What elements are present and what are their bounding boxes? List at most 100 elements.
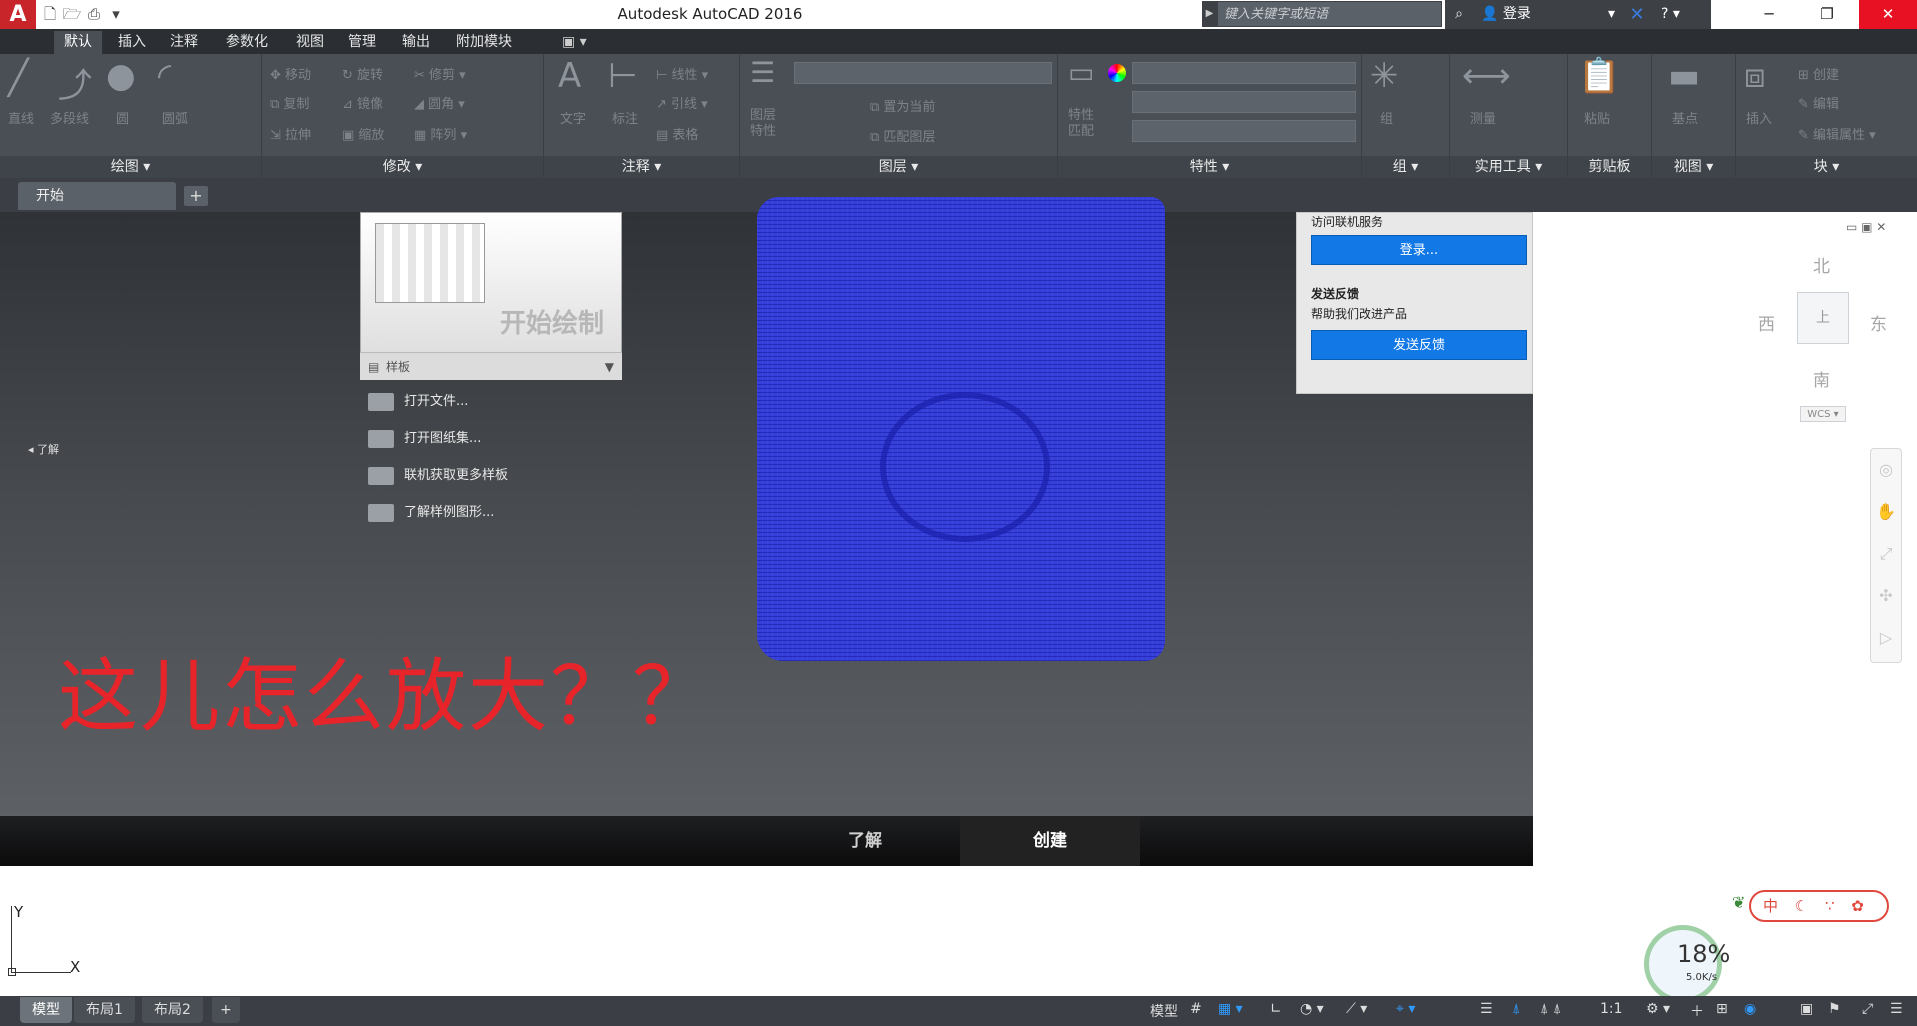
camera-dropdown-icon[interactable]: ▣ ▾ (552, 31, 597, 54)
orbit-icon[interactable]: ✣ (1871, 575, 1901, 617)
zoom-extents-icon[interactable]: ⤢ (1871, 533, 1901, 575)
measure-tool[interactable]: 测量 (1470, 108, 1496, 127)
leader-tool[interactable]: ↗ 引线 ▾ (656, 93, 708, 112)
groups-panel-title[interactable]: 组 ▾ (1362, 156, 1449, 178)
annotation-scale-dropdown[interactable]: 1:1 (1600, 1001, 1623, 1017)
add-layout-plus-icon[interactable]: + (212, 997, 240, 1023)
text-icon[interactable]: A (558, 56, 581, 96)
arc-icon[interactable]: ◜ (158, 56, 171, 96)
tab-create[interactable]: 创建 (960, 816, 1140, 866)
quick-properties-icon[interactable]: ◉ (1744, 1001, 1756, 1017)
insert-block-tool[interactable]: 插入 (1746, 108, 1772, 127)
autodesk-exchange-icon[interactable]: ✕ (1623, 0, 1651, 29)
line-tool[interactable]: 直线 (8, 108, 34, 127)
dimension-tool[interactable]: 标注 (612, 108, 638, 127)
clean-screen-icon[interactable]: ⤢ (1862, 1001, 1873, 1017)
open-sheet-set-link[interactable]: 打开图纸集... (368, 427, 481, 448)
layers-panel-title[interactable]: 图层 ▾ (740, 156, 1057, 178)
steering-wheel-icon[interactable]: ◎ (1871, 449, 1901, 491)
auto-scale-icon[interactable]: ⍋ ⍋ (1540, 1001, 1561, 1017)
line-icon[interactable]: ╱ (8, 58, 28, 98)
draw-panel-title[interactable]: 绘图 ▾ (0, 156, 261, 178)
edit-attributes-tool[interactable]: ✎ 编辑属性 ▾ (1798, 124, 1876, 143)
compass-north[interactable]: 北 (1813, 252, 1830, 277)
group-tool[interactable]: 组 (1380, 108, 1393, 127)
tab-start[interactable]: 开始 (18, 182, 176, 210)
sample-drawings-link[interactable]: 了解样例图形... (368, 501, 494, 522)
object-snap-icon[interactable]: ⌖ ▾ (1396, 1001, 1415, 1017)
tab-output[interactable]: 输出 (392, 31, 440, 54)
tab-layout2[interactable]: 布局2 (142, 997, 203, 1023)
new-tab-plus-icon[interactable]: + (184, 186, 208, 206)
copy-tool[interactable]: ⧉ 复制 (270, 93, 309, 112)
start-drawing-title[interactable]: 开始绘制 (500, 303, 604, 340)
drawing-canvas-right[interactable] (1533, 212, 1917, 816)
polyline-tool[interactable]: 多段线 (50, 108, 89, 127)
circle-icon[interactable]: ● (106, 56, 136, 96)
set-current-tool[interactable]: ⧉ 置为当前 (870, 96, 935, 115)
compass-east[interactable]: 东 (1870, 310, 1887, 335)
viewcube[interactable]: 上 (1797, 292, 1849, 344)
utilities-panel-title[interactable]: 实用工具 ▾ (1450, 156, 1567, 178)
viewport-controls-icon[interactable]: ▭ ▣ ✕ (1846, 220, 1886, 234)
lineweight-dropdown[interactable] (1132, 120, 1356, 142)
modify-panel-title[interactable]: 修改 ▾ (262, 156, 543, 178)
color-dropdown[interactable] (1132, 62, 1356, 84)
units-icon[interactable]: ⊞ (1716, 1001, 1728, 1017)
edit-block-tool[interactable]: ✎ 编辑 (1798, 93, 1839, 112)
tab-default[interactable]: 默认 (54, 31, 102, 54)
save-icon[interactable]: ⎙ (84, 4, 104, 24)
ime-toolbar[interactable]: 中 ☾ ∵ ✿ (1749, 890, 1889, 922)
match-properties-tool[interactable]: 特性匹配 (1068, 108, 1100, 140)
tab-view[interactable]: 视图 (286, 31, 334, 54)
binoculars-icon[interactable]: ⌕ (1445, 0, 1473, 29)
polar-icon[interactable]: ◔ ▾ (1300, 1001, 1324, 1017)
dimension-icon[interactable]: ⊢ (608, 56, 638, 96)
annotation-panel-title[interactable]: 注释 ▾ (544, 156, 739, 178)
open-file-link[interactable]: 打开文件... (368, 390, 468, 411)
template-dropdown[interactable]: ▤ 样板 ▼ (360, 352, 622, 380)
application-menu-button[interactable]: A (0, 0, 36, 29)
search-expand-icon[interactable]: ▶ (1202, 1, 1217, 27)
grid-icon[interactable]: # (1190, 1001, 1202, 1017)
stretch-tool[interactable]: ⇲ 拉伸 (270, 124, 311, 143)
properties-panel-title[interactable]: 特性 ▾ (1058, 156, 1361, 178)
match-layer-tool[interactable]: ⧉ 匹配图层 (870, 126, 935, 145)
circle-tool[interactable]: 圆 (116, 108, 129, 127)
measure-icon[interactable]: ⟷ (1462, 56, 1511, 96)
insert-block-icon[interactable]: ⧈ (1744, 56, 1766, 96)
showmotion-icon[interactable]: ▷ (1871, 617, 1901, 659)
table-tool[interactable]: ▤ 表格 (656, 124, 698, 143)
text-tool[interactable]: 文字 (560, 108, 586, 127)
restore-button[interactable]: ❐ (1798, 0, 1856, 29)
rotate-tool[interactable]: ↻ 旋转 (342, 64, 383, 83)
tab-manage[interactable]: 管理 (338, 31, 386, 54)
fillet-tool[interactable]: ◢ 圆角 ▾ (414, 93, 465, 112)
online-login-button[interactable]: 登录... (1311, 235, 1527, 265)
navigation-bar[interactable]: ◎ ✋ ⤢ ✣ ▷ (1870, 448, 1902, 663)
arc-tool[interactable]: 圆弧 (162, 108, 188, 127)
layer-properties-tool[interactable]: 图层特性 (750, 108, 782, 140)
block-panel-title[interactable]: 块 ▾ (1736, 156, 1917, 178)
array-tool[interactable]: ▦ 阵列 ▾ (414, 124, 467, 143)
tab-model[interactable]: 模型 (20, 997, 72, 1023)
isolate-objects-icon[interactable]: ▣ (1800, 1001, 1813, 1017)
hardware-acceleration-icon[interactable]: ⚑ (1828, 1001, 1841, 1017)
move-tool[interactable]: ✥ 移动 (270, 64, 311, 83)
ortho-icon[interactable]: ∟ (1270, 1001, 1282, 1017)
group-icon[interactable]: ✳ (1370, 56, 1399, 96)
lineweight-icon[interactable]: ☰ (1480, 1001, 1493, 1017)
isodraft-icon[interactable]: ⟋ ▾ (1346, 1001, 1367, 1017)
tab-learn[interactable]: 了解 (800, 816, 930, 866)
minimize-button[interactable]: ─ (1740, 0, 1798, 29)
paste-icon[interactable]: 📋 (1578, 56, 1620, 96)
model-space-toggle[interactable]: 模型 (1150, 1001, 1178, 1021)
tab-layout1[interactable]: 布局1 (74, 997, 135, 1023)
tab-addins[interactable]: 附加模块 (446, 31, 522, 54)
new-file-icon[interactable]: 🗋 (40, 4, 60, 24)
mirror-tool[interactable]: ⊿ 镜像 (342, 93, 383, 112)
search-input[interactable]: 键入关键字或短语 (1217, 1, 1442, 27)
tab-insert[interactable]: 插入 (108, 31, 156, 54)
base-point-icon[interactable]: ▬ (1668, 56, 1700, 96)
base-point-tool[interactable]: 基点 (1672, 108, 1698, 127)
